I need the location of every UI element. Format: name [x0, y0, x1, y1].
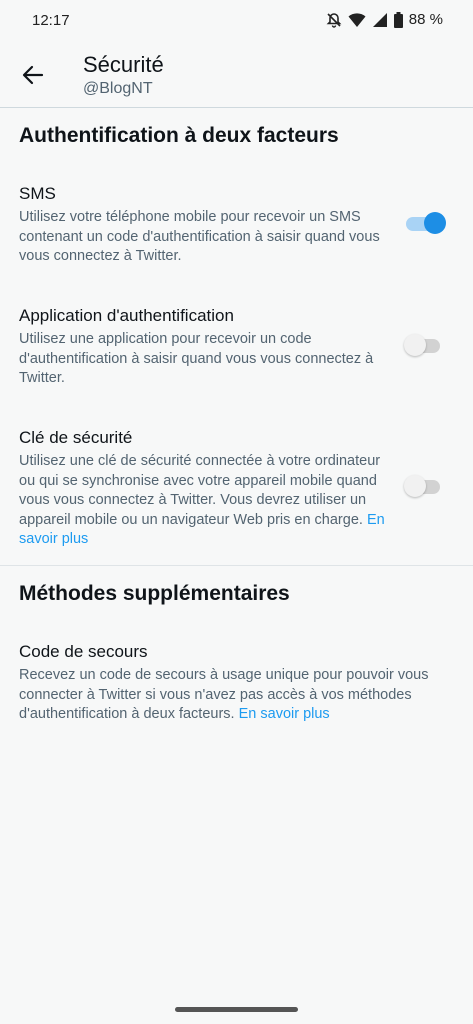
- backup-code-text: Recevez un code de secours à usage uniqu…: [19, 667, 429, 722]
- account-handle: @BlogNT: [83, 80, 153, 97]
- notifications-off-icon: [326, 12, 342, 28]
- status-bar: 12:17 88 %: [0, 0, 473, 44]
- back-button[interactable]: [16, 58, 50, 92]
- security-key-text: Utilisez une clé de sécurité connectée à…: [19, 453, 381, 528]
- header: Sécurité @BlogNT: [0, 44, 473, 108]
- signal-icon: [372, 12, 388, 28]
- backup-code-description: Recevez un code de secours à usage uniqu…: [19, 666, 449, 725]
- section-title-additional: Méthodes supplémentaires: [19, 582, 290, 605]
- security-key-title: Clé de sécurité: [19, 428, 133, 447]
- security-key-toggle[interactable]: [404, 474, 444, 500]
- sms-description: Utilisez votre téléphone mobile pour rec…: [19, 209, 380, 264]
- toggle-knob: [404, 475, 426, 497]
- section-title-2fa: Authentification à deux facteurs: [19, 124, 339, 147]
- page-title: Sécurité: [83, 52, 164, 77]
- battery-icon: [393, 11, 403, 28]
- wifi-icon: [348, 12, 366, 28]
- home-indicator[interactable]: [175, 1007, 298, 1012]
- sms-title: SMS: [19, 184, 56, 203]
- battery-percent: 88 %: [408, 11, 443, 28]
- security-key-description: Utilisez une clé de sécurité connectée à…: [19, 452, 389, 550]
- backup-code-title: Code de secours: [19, 642, 148, 661]
- backup-code-learn-more-link[interactable]: En savoir plus: [239, 706, 330, 722]
- auth-app-title: Application d'authentification: [19, 306, 234, 325]
- auth-app-description: Utilisez une application pour recevoir u…: [19, 331, 374, 386]
- divider: [0, 565, 473, 566]
- arrow-left-icon: [22, 65, 44, 85]
- status-time: 12:17: [32, 12, 70, 29]
- toggle-knob: [424, 212, 446, 234]
- sms-toggle[interactable]: [404, 211, 446, 237]
- toggle-knob: [404, 334, 426, 356]
- status-icons: 88 %: [326, 11, 443, 28]
- auth-app-toggle[interactable]: [404, 333, 444, 359]
